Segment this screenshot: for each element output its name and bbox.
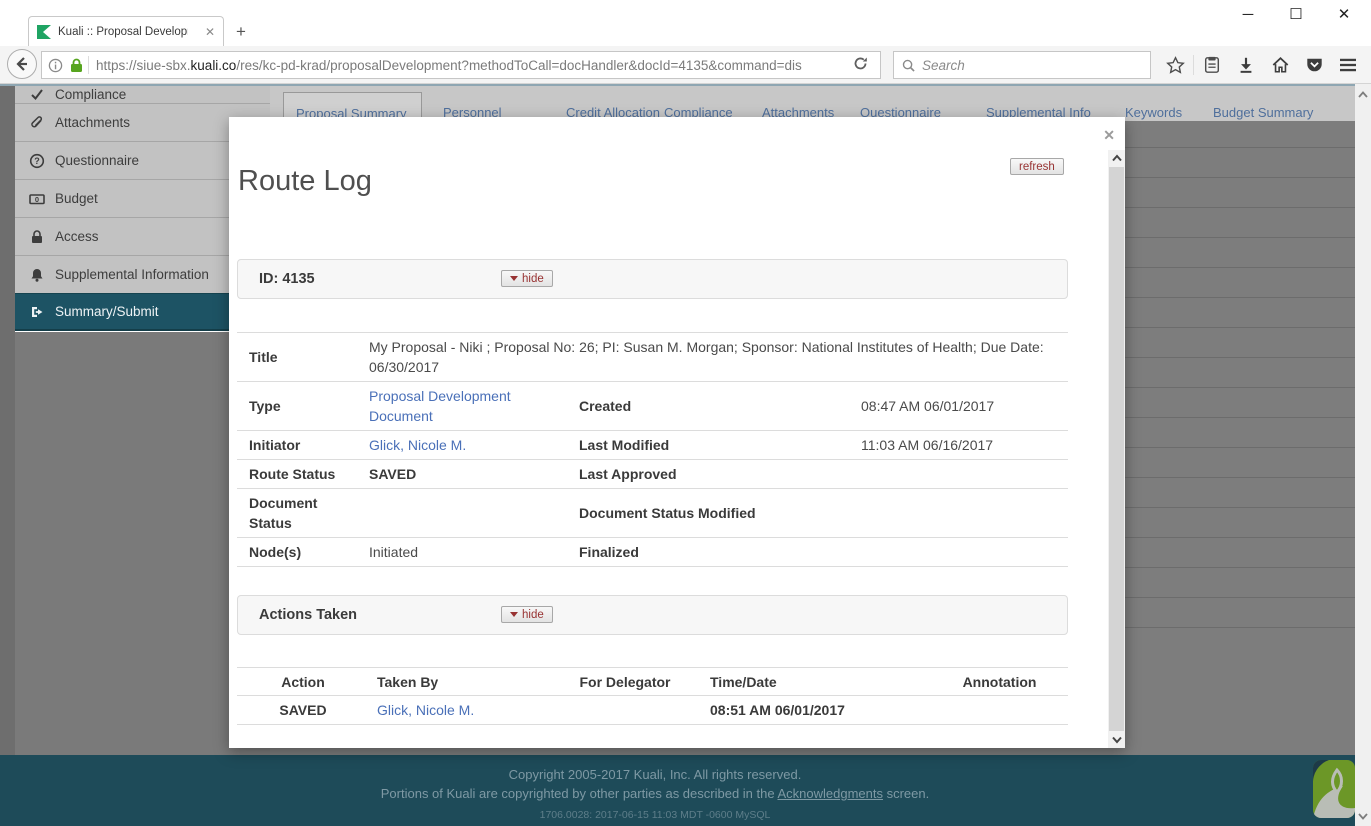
compliance-icon: [29, 86, 45, 102]
tab-keywords[interactable]: Keywords: [1125, 105, 1182, 120]
time-date-value: 08:51 AM 06/01/2017: [709, 702, 931, 718]
actions-taken-table: Action Taken By For Delegator Time/Date …: [237, 667, 1068, 725]
home-icon[interactable]: [1263, 56, 1297, 74]
url-bar[interactable]: https://siue-sbx.kuali.co/res/kc-pd-krad…: [41, 51, 881, 79]
url-separator: [88, 56, 89, 74]
footer-copyright: Copyright 2005-2017 Kuali, Inc. All righ…: [0, 767, 1310, 782]
initiator-link[interactable]: Glick, Nicole M.: [369, 437, 466, 453]
new-tab-button[interactable]: +: [236, 22, 246, 42]
search-placeholder: Search: [922, 58, 965, 73]
browser-tab[interactable]: Kuali :: Proposal Developme ✕: [28, 16, 224, 46]
scroll-down-icon[interactable]: [1355, 808, 1371, 824]
svg-text:0: 0: [35, 195, 39, 204]
hide-id-section-button[interactable]: hide: [501, 270, 553, 287]
sign-out-icon: [29, 304, 45, 320]
chevron-down-icon: [510, 612, 518, 617]
dialog-scrollbar[interactable]: [1108, 150, 1125, 748]
actions-table-header-row: Action Taken By For Delegator Time/Date …: [237, 668, 1068, 696]
window-close-icon[interactable]: ✕: [1335, 6, 1353, 24]
back-button[interactable]: [7, 49, 37, 79]
https-lock-icon[interactable]: [70, 58, 83, 73]
hide-actions-section-button[interactable]: hide: [501, 606, 553, 623]
actions-taken-header: Actions Taken hide: [237, 595, 1068, 635]
page-left-strip: [0, 84, 15, 755]
actions-table-row: SAVED Glick, Nicole M. 08:51 AM 06/01/20…: [237, 696, 1068, 725]
dialog-close-icon[interactable]: ✕: [1103, 127, 1115, 144]
svg-text:?: ?: [34, 156, 40, 166]
pocket-icon[interactable]: [1297, 56, 1331, 74]
search-icon: [902, 59, 915, 72]
page-footer: Copyright 2005-2017 Kuali, Inc. All righ…: [0, 755, 1371, 826]
info-icon[interactable]: [48, 58, 63, 73]
field-row-title: Title My Proposal - Niki ; Proposal No: …: [237, 333, 1068, 382]
nodes-value: Initiated: [355, 542, 567, 562]
route-log-fields: Title My Proposal - Niki ; Proposal No: …: [237, 332, 1068, 567]
window-minimize-icon[interactable]: ─: [1239, 6, 1257, 24]
page-tabstrip: Proposal Summary Personnel Credit Alloca…: [270, 86, 1355, 121]
scroll-up-icon[interactable]: [1355, 86, 1371, 102]
browser-navbar: https://siue-sbx.kuali.co/res/kc-pd-krad…: [0, 46, 1371, 84]
dialog-scroll-down-icon[interactable]: [1108, 732, 1125, 748]
created-value: 08:47 AM 06/01/2017: [845, 396, 1068, 416]
paperclip-icon: [29, 115, 45, 131]
kuali-favicon: [37, 25, 51, 39]
id-section-header: ID: 4135 hide: [237, 259, 1068, 299]
reload-button[interactable]: [852, 55, 869, 72]
acknowledgments-link[interactable]: Acknowledgments: [777, 786, 883, 801]
kuali-logo: [1313, 760, 1355, 818]
document-type-link[interactable]: Proposal Development Document: [369, 388, 511, 424]
document-id: ID: 4135: [259, 271, 315, 287]
dialog-title: Route Log: [238, 165, 372, 198]
downloads-icon[interactable]: [1229, 56, 1263, 74]
route-log-dialog: ✕ Route Log refresh ID: 4135 hide Title …: [229, 117, 1125, 748]
tab-close-icon[interactable]: ✕: [205, 25, 215, 39]
chevron-down-icon: [510, 276, 518, 281]
field-row-type: Type Proposal Development Document Creat…: [237, 382, 1068, 431]
sidebar-item-compliance[interactable]: Compliance: [15, 86, 270, 103]
page-scrollbar[interactable]: [1355, 84, 1371, 826]
field-row-nodes: Node(s) Initiated Finalized: [237, 538, 1068, 567]
field-row-initiator: Initiator Glick, Nicole M. Last Modified…: [237, 431, 1068, 460]
refresh-button[interactable]: refresh: [1010, 158, 1064, 175]
tab-budget-summary[interactable]: Budget Summary: [1213, 105, 1313, 120]
dialog-scroll-up-icon[interactable]: [1108, 150, 1125, 166]
taken-by-link[interactable]: Glick, Nicole M.: [377, 702, 474, 718]
search-input[interactable]: Search: [893, 51, 1151, 79]
question-circle-icon: ?: [29, 153, 45, 169]
lock-icon: [29, 229, 45, 245]
window-maximize-icon[interactable]: ☐: [1287, 6, 1305, 24]
tab-title: Kuali :: Proposal Developme: [58, 26, 188, 38]
field-row-document-status: Document Status Document Status Modified: [237, 489, 1068, 538]
route-status-value: SAVED: [355, 464, 567, 484]
menu-hamburger-icon[interactable]: [1331, 57, 1365, 73]
footer-version: 1706.0028: 2017-06-15 11:03 MDT -0600 My…: [0, 809, 1310, 821]
toolbar-divider: [1193, 55, 1194, 75]
money-icon: 0: [29, 191, 45, 207]
browser-titlebar: Kuali :: Proposal Developme ✕ + ─ ☐ ✕: [0, 0, 1371, 46]
url-text[interactable]: https://siue-sbx.kuali.co/res/kc-pd-krad…: [96, 58, 802, 73]
dialog-scrollbar-thumb[interactable]: [1109, 167, 1124, 731]
back-arrow-icon: [14, 56, 30, 72]
title-value: My Proposal - Niki ; Proposal No: 26; PI…: [355, 337, 1068, 377]
bell-icon: [29, 267, 45, 283]
bookmarks-panel-icon[interactable]: [1195, 56, 1229, 74]
action-value: SAVED: [237, 702, 369, 718]
footer-portions: Portions of Kuali are copyrighted by oth…: [0, 786, 1310, 801]
bookmark-star-icon[interactable]: [1158, 56, 1192, 75]
field-row-route-status: Route Status SAVED Last Approved: [237, 460, 1068, 489]
actions-taken-label: Actions Taken: [259, 607, 357, 623]
last-modified-value: 11:03 AM 06/16/2017: [845, 435, 1068, 455]
